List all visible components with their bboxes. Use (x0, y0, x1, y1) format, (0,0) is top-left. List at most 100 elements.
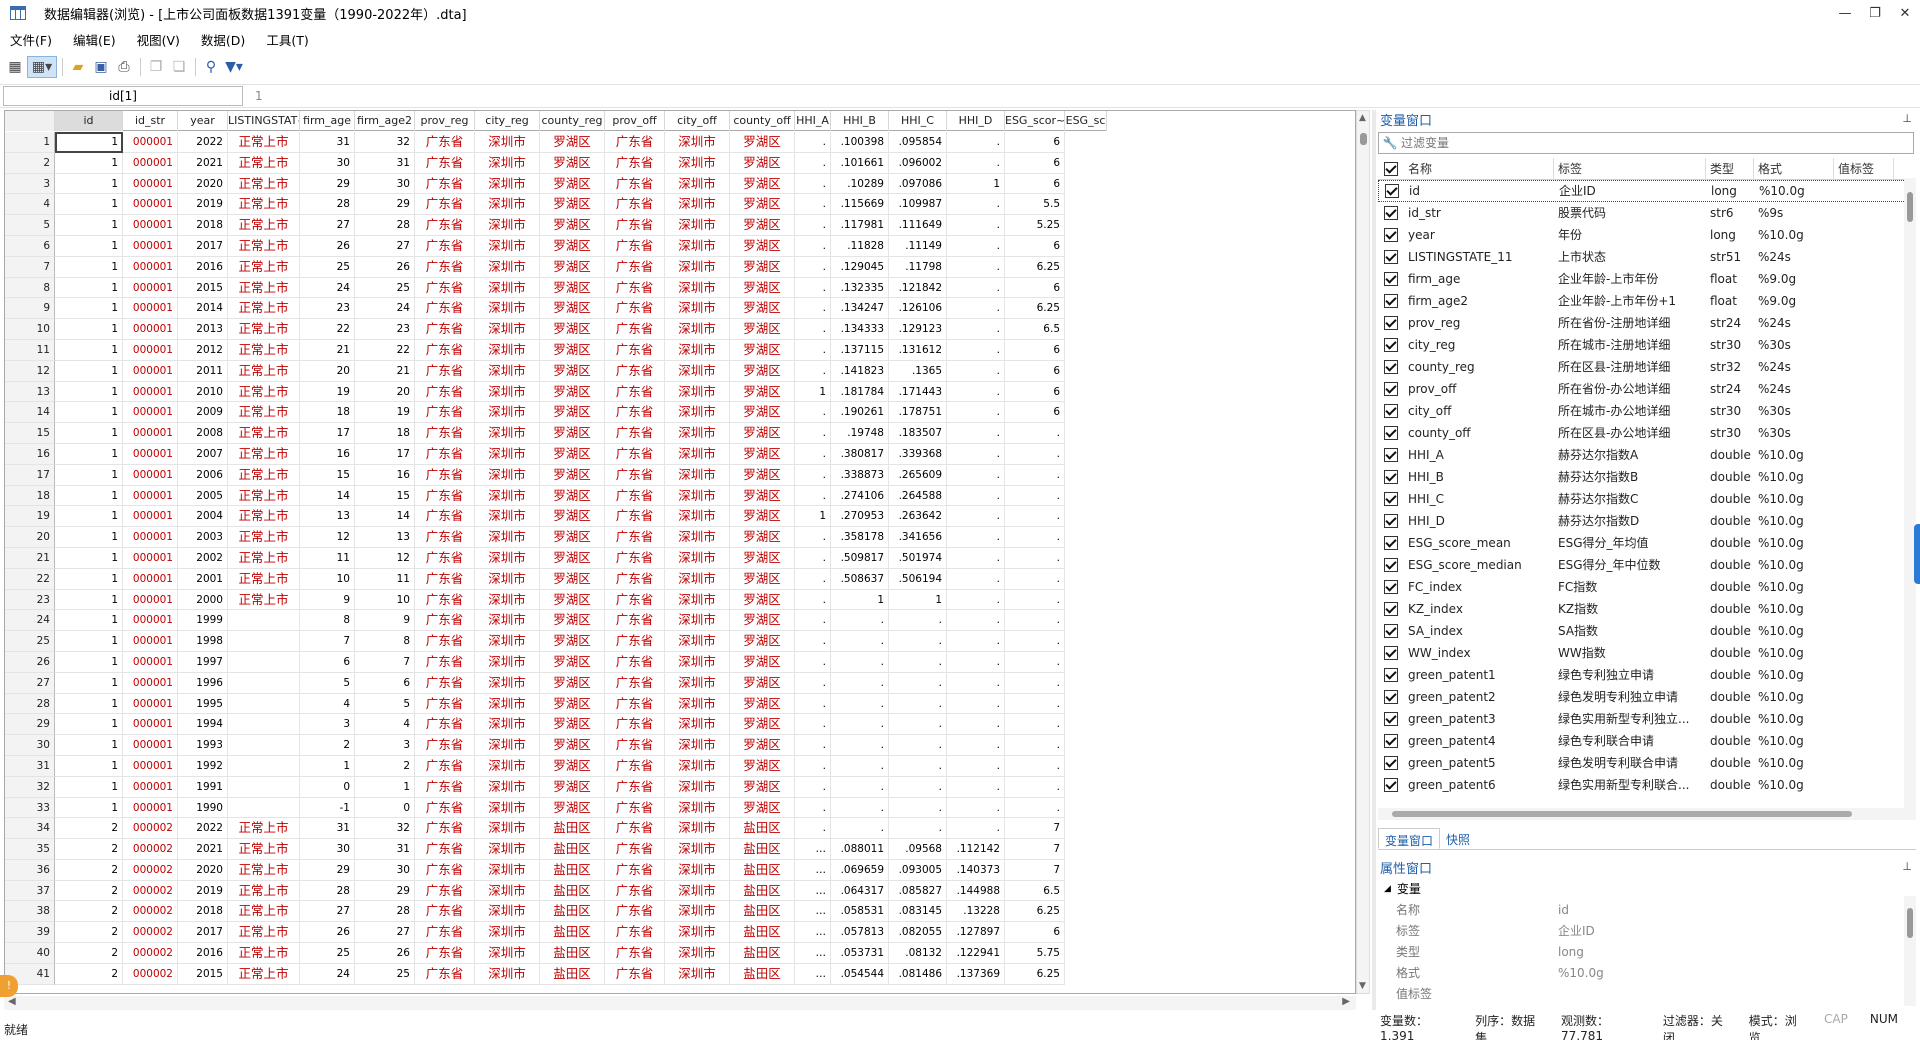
data-cell[interactable]: . (795, 360, 831, 382)
variable-list-item[interactable]: green_patent2 绿色发明专利独立申请 double %10.0g (1378, 686, 1916, 708)
data-cell[interactable]: . (947, 256, 1005, 278)
data-cell[interactable]: . (795, 402, 831, 424)
data-cell[interactable]: . (795, 277, 831, 299)
data-cell[interactable]: .053731 (831, 943, 889, 964)
data-cell[interactable]: 1 (55, 132, 123, 153)
data-cell[interactable]: 22 (355, 339, 415, 361)
data-cell[interactable]: 21 (355, 360, 415, 382)
data-cell[interactable]: 28 (355, 215, 415, 236)
data-cell[interactable]: 罗湖区 (540, 735, 605, 756)
property-value[interactable]: id (1558, 903, 1569, 917)
data-cell[interactable]: 深圳市 (475, 298, 540, 320)
data-cell[interactable]: 4 (355, 714, 415, 736)
data-cell[interactable]: 1 (889, 589, 947, 611)
data-cell[interactable]: 广东省 (415, 485, 475, 507)
data-cell[interactable]: 000001 (123, 672, 178, 694)
data-cell[interactable]: 6.25 (1005, 298, 1065, 320)
data-cell[interactable]: .115669 (831, 194, 889, 216)
data-cell[interactable]: 6 (355, 672, 415, 694)
data-cell[interactable]: 广东省 (415, 194, 475, 216)
variable-list-item[interactable]: green_patent1 绿色专利独立申请 double %10.0g (1378, 664, 1916, 686)
data-cell[interactable]: 深圳市 (475, 547, 540, 569)
data-cell[interactable]: 0 (300, 776, 355, 798)
data-cell[interactable]: 1 (55, 714, 123, 736)
data-cell[interactable]: 广东省 (605, 298, 665, 320)
data-cell[interactable]: 14 (300, 485, 355, 507)
row-number[interactable]: 19 (5, 506, 55, 528)
variable-list-item[interactable]: FC_index FC指数 double %10.0g (1378, 576, 1916, 598)
data-cell[interactable]: 3 (355, 735, 415, 756)
data-cell[interactable]: 10 (355, 589, 415, 611)
data-cell[interactable]: 7 (1005, 818, 1065, 840)
data-cell[interactable]: 2 (55, 922, 123, 944)
data-cell[interactable]: 广东省 (415, 901, 475, 923)
data-cell[interactable]: 罗湖区 (730, 714, 795, 736)
variable-visible-checkbox[interactable] (1384, 448, 1398, 462)
data-cell[interactable]: 深圳市 (475, 194, 540, 216)
data-cell[interactable]: 深圳市 (665, 963, 730, 985)
data-cell[interactable]: 深圳市 (475, 319, 540, 340)
data-cell[interactable]: 1 (55, 215, 123, 236)
data-cell[interactable]: 深圳市 (665, 922, 730, 944)
column-header-hhi-b[interactable]: HHI_B (831, 111, 889, 131)
row-number[interactable]: 5 (5, 215, 55, 236)
row-number[interactable]: 26 (5, 651, 55, 673)
data-cell[interactable]: .085827 (889, 880, 947, 902)
data-cell[interactable]: 000001 (123, 651, 178, 673)
data-cell[interactable]: 28 (300, 880, 355, 902)
data-cell[interactable]: 广东省 (415, 880, 475, 902)
data-cell[interactable]: 8 (355, 631, 415, 652)
data-cell[interactable]: 1 (55, 568, 123, 590)
data-cell[interactable]: 2010 (178, 381, 228, 403)
data-cell[interactable]: 盐田区 (730, 880, 795, 902)
data-cell[interactable]: 罗湖区 (540, 277, 605, 299)
data-cell[interactable]: . (831, 818, 889, 840)
data-cell[interactable]: 000001 (123, 547, 178, 569)
property-row[interactable]: 格式 %10.0g (1378, 962, 1916, 983)
data-cell[interactable]: 广东省 (605, 485, 665, 507)
data-cell[interactable]: 广东省 (605, 339, 665, 361)
column-header-county-reg[interactable]: county_reg (540, 111, 605, 131)
data-cell[interactable]: 深圳市 (475, 256, 540, 278)
menu-edit[interactable]: 编辑(E) (73, 30, 116, 49)
data-cell[interactable]: .096002 (889, 152, 947, 174)
data-cell[interactable]: . (795, 714, 831, 736)
data-cell[interactable]: . (1005, 776, 1065, 798)
data-cell[interactable]: 广东省 (415, 776, 475, 798)
data-cell[interactable]: 1 (55, 610, 123, 632)
data-cell[interactable]: 15 (355, 485, 415, 507)
data-cell[interactable]: . (947, 152, 1005, 174)
data-cell[interactable]: 1 (55, 339, 123, 361)
data-cell[interactable]: 1 (355, 776, 415, 798)
variable-list-item[interactable]: green_patent6 绿色实用新型专利联合... double %10.0g (1378, 774, 1916, 796)
data-cell[interactable]: 广东省 (605, 527, 665, 548)
data-cell[interactable]: 1 (831, 589, 889, 611)
data-cell[interactable]: 6 (1005, 132, 1065, 153)
column-header-esg-scor-ean[interactable]: ESG_scor~ean (1005, 111, 1065, 131)
data-cell[interactable]: 000001 (123, 298, 178, 320)
search-icon[interactable]: ⚲ (200, 56, 222, 78)
data-cell[interactable]: .137369 (947, 963, 1005, 985)
data-cell[interactable]: .358178 (831, 527, 889, 548)
variable-list-horizontal-scrollbar[interactable] (1378, 808, 1916, 820)
data-cell[interactable]: 罗湖区 (540, 215, 605, 236)
data-cell[interactable]: .088011 (831, 839, 889, 860)
column-header-esg-sc[interactable]: ESG_sc (1065, 111, 1107, 131)
data-cell[interactable]: . (889, 714, 947, 736)
row-number[interactable]: 39 (5, 922, 55, 944)
variable-list-item[interactable]: prov_off 所在省份-办公地详细 str24 %24s (1378, 378, 1916, 400)
data-cell[interactable]: 深圳市 (665, 215, 730, 236)
data-cell[interactable]: 30 (300, 839, 355, 860)
data-cell[interactable]: 17 (355, 443, 415, 465)
data-cell[interactable]: 广东省 (605, 506, 665, 528)
data-cell[interactable]: 正常上市 (228, 589, 300, 611)
data-cell[interactable]: 2 (355, 755, 415, 777)
column-header-prov-reg[interactable]: prov_reg (415, 111, 475, 131)
restore-button[interactable]: ❐ (1860, 0, 1890, 26)
data-cell[interactable]: . (831, 797, 889, 819)
data-cell[interactable]: 罗湖区 (540, 547, 605, 569)
column-header-year[interactable]: year (178, 111, 228, 131)
data-cell[interactable]: 25 (355, 963, 415, 985)
data-cell[interactable]: 深圳市 (475, 152, 540, 174)
data-cell[interactable]: . (795, 464, 831, 486)
